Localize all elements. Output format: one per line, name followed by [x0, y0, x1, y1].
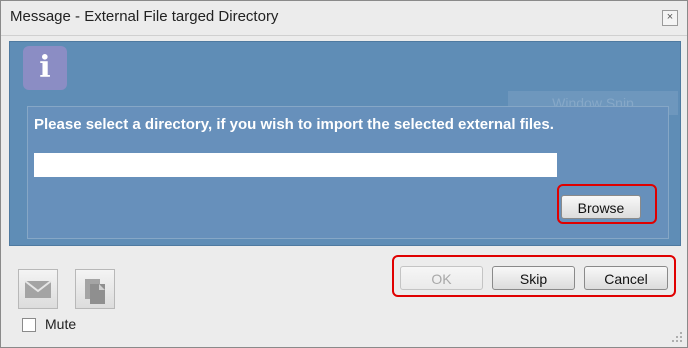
- mute-checkbox[interactable]: [22, 318, 36, 332]
- prompt-text: Please select a directory, if you wish t…: [34, 116, 554, 133]
- close-icon[interactable]: ×: [662, 10, 678, 26]
- window-title: Message - External File targed Directory: [10, 8, 279, 25]
- browse-highlight: [557, 184, 657, 224]
- resize-grip-icon[interactable]: [671, 331, 683, 343]
- title-bar[interactable]: Message - External File targed Directory…: [1, 1, 687, 36]
- copy-icon[interactable]: [75, 269, 115, 309]
- mute-label: Mute: [45, 316, 77, 332]
- dialog-window: Message - External File targed Directory…: [0, 0, 688, 348]
- mail-icon[interactable]: [18, 269, 58, 309]
- directory-input[interactable]: [34, 153, 557, 177]
- info-icon: i: [23, 46, 67, 90]
- actions-highlight: [392, 255, 676, 297]
